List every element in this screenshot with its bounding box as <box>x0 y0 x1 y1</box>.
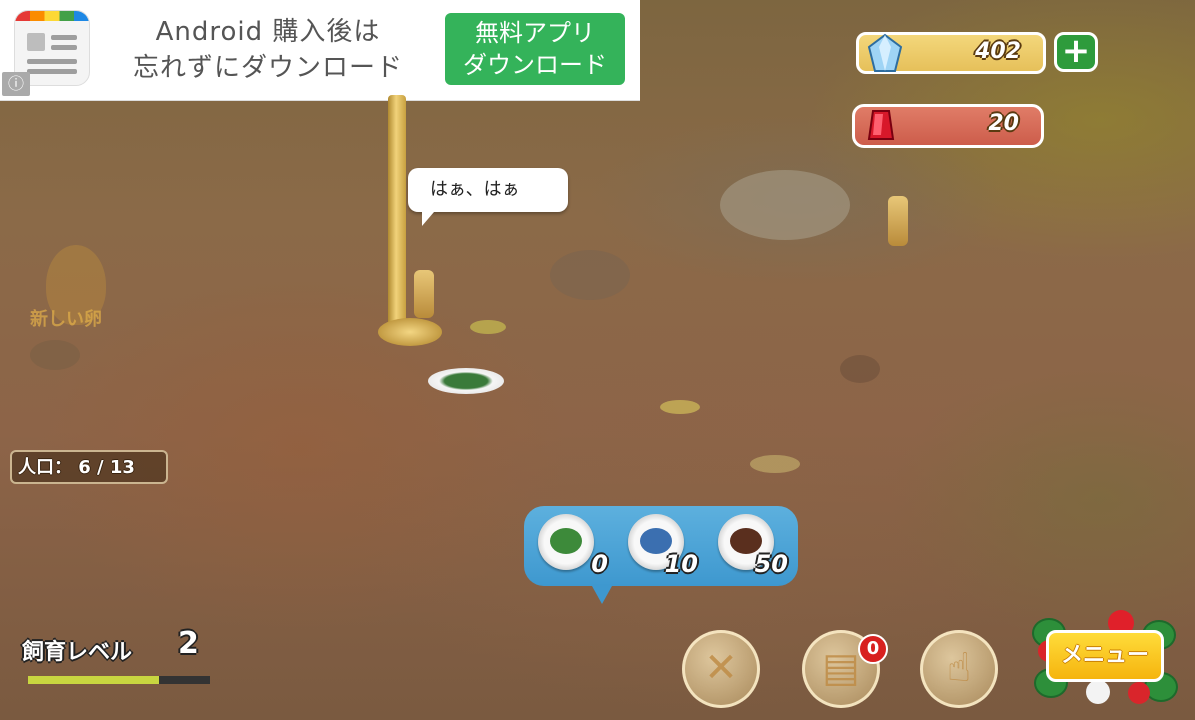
menu-container: メニュー <box>1032 610 1180 706</box>
tasks-badge: 0 <box>858 634 888 664</box>
pole-base <box>378 318 442 346</box>
food-option-fish[interactable]: 10 <box>628 514 698 578</box>
food-cost: 0 <box>591 550 608 578</box>
hand-pointer-icon: ☝ <box>946 645 972 691</box>
ruby-count: 20 <box>988 111 1019 136</box>
add-gems-button[interactable]: + <box>1054 32 1098 72</box>
gem-counter: 402 <box>856 32 1046 74</box>
population-counter: 人口： 6 / 13 <box>10 450 168 484</box>
breeding-progress-bar <box>28 676 210 684</box>
rock <box>840 355 880 383</box>
fork-knife-icon: ✕ <box>704 645 738 691</box>
leaf-decal <box>660 400 700 414</box>
info-icon[interactable]: ⓘ <box>2 72 30 96</box>
breeding-level-value: 2 <box>178 626 199 661</box>
new-egg-label[interactable]: 新しい卵 <box>30 305 102 331</box>
food-plate[interactable] <box>428 368 504 394</box>
menu-button[interactable]: メニュー <box>1046 630 1164 682</box>
food-option-steak[interactable]: 50 <box>718 514 788 578</box>
flower-decoration <box>1128 682 1150 704</box>
food-option-vegetables[interactable]: 0 <box>538 514 608 578</box>
speech-bubble: はぁ、はぁ <box>408 168 568 226</box>
ruby-icon <box>867 110 895 140</box>
breeding-level-label: 飼育レベル <box>22 640 133 665</box>
leaf-decal <box>470 320 506 334</box>
flower-decoration <box>1086 680 1110 704</box>
bamboo-pole <box>388 95 406 335</box>
ad-text: Android 購入後は 忘れずにダウンロード <box>108 14 428 86</box>
ad-download-button[interactable]: 無料アプリ ダウンロード <box>445 13 625 85</box>
tap-button[interactable]: ☝ <box>920 630 998 708</box>
ad-text-line2: 忘れずにダウンロード <box>132 53 403 83</box>
gem-count: 402 <box>975 39 1021 64</box>
rock <box>550 250 630 300</box>
diamond-icon <box>867 33 903 72</box>
vegetables-icon <box>550 528 582 554</box>
ruby-counter: 20 <box>852 104 1044 148</box>
rock <box>720 170 850 240</box>
feed-button[interactable]: ✕ <box>682 630 760 708</box>
ad-text-line1: Android 購入後は <box>155 17 381 47</box>
food-cost: 50 <box>754 550 788 578</box>
leaf-decal <box>750 455 800 473</box>
creature[interactable] <box>414 270 434 318</box>
ad-button-line1: 無料アプリ <box>475 19 595 47</box>
food-menu: 0 10 50 <box>524 506 798 604</box>
breeding-progress-fill <box>28 676 160 684</box>
rock <box>30 340 80 370</box>
ad-banner[interactable]: Android 購入後は 忘れずにダウンロード 無料アプリ ダウンロード ⓘ <box>0 0 640 101</box>
food-cost: 10 <box>664 550 698 578</box>
creature[interactable] <box>888 196 908 246</box>
ad-button-line2: ダウンロード <box>463 51 607 79</box>
